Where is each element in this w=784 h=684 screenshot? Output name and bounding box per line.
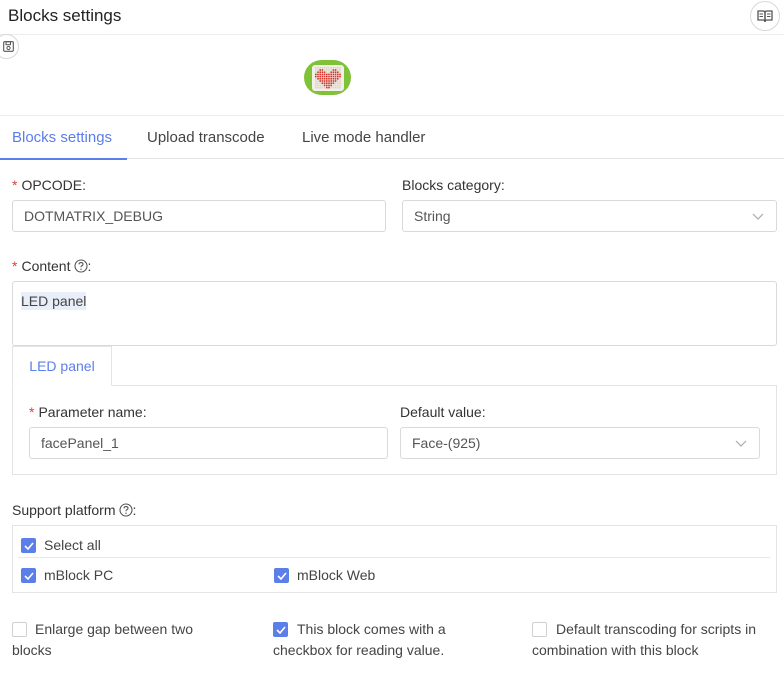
opcode-label: * OPCODE: (12, 177, 87, 193)
param-name-label: * Parameter name: (29, 404, 147, 420)
active-tab-indicator (0, 158, 127, 160)
checkbox-checked[interactable] (273, 622, 288, 637)
select-all-checkbox[interactable]: Select all (21, 537, 101, 556)
save-icon (3, 41, 14, 52)
default-value-label: Default value: (400, 404, 486, 420)
enlarge-gap-checkbox[interactable]: Enlarge gap between two blocks (12, 621, 232, 661)
check-icon (276, 571, 287, 580)
chevron-down-icon (735, 440, 747, 447)
platform-panel (12, 525, 777, 593)
help-icon[interactable] (73, 259, 88, 273)
param-tab-led-panel[interactable]: LED panel (12, 346, 112, 386)
divider (18, 557, 770, 558)
header: Blocks settings (0, 0, 784, 35)
checkbox-checked[interactable] (21, 538, 36, 553)
tab-live-mode-handler[interactable]: Live mode handler (302, 129, 425, 146)
default-transcoding-checkbox[interactable]: Default transcoding for scripts in combi… (532, 621, 772, 661)
category-value: String (414, 208, 451, 224)
content-editor[interactable]: LED panel (12, 281, 777, 346)
book-icon (757, 10, 773, 23)
checkbox-unchecked[interactable] (532, 622, 547, 637)
led-matrix-preview (311, 64, 344, 91)
checkbox-unchecked[interactable] (12, 622, 27, 637)
support-platform-label: Support platform : (12, 502, 137, 518)
checkbox-checked[interactable] (21, 568, 36, 583)
param-name-input[interactable] (29, 427, 388, 459)
category-select[interactable]: String (402, 200, 777, 232)
checkbox-checked[interactable] (274, 568, 289, 583)
heart-icon (314, 66, 341, 88)
reading-checkbox-option[interactable]: This block comes with a checkbox for rea… (273, 621, 488, 661)
check-icon (23, 571, 34, 580)
help-icon[interactable] (118, 503, 133, 517)
check-icon (275, 625, 286, 634)
chevron-down-icon (752, 213, 764, 220)
save-button[interactable] (0, 34, 19, 59)
content-param-token[interactable]: LED panel (21, 292, 87, 310)
page-title: Blocks settings (8, 6, 122, 25)
content-label: * Content : (12, 258, 92, 274)
required-mark: * (12, 177, 18, 193)
required-mark: * (29, 404, 35, 420)
category-label: Blocks category: (402, 177, 505, 193)
tab-bar: Blocks settings Upload transcode Live mo… (0, 115, 784, 160)
opcode-input[interactable] (12, 200, 386, 232)
required-mark: * (12, 258, 18, 274)
tab-blocks-settings[interactable]: Blocks settings (12, 129, 112, 146)
tab-upload-transcode[interactable]: Upload transcode (147, 129, 265, 146)
block-preview (304, 60, 351, 95)
mblock-web-checkbox[interactable]: mBlock Web (274, 567, 375, 586)
default-value-select[interactable]: Face-(925) (400, 427, 760, 459)
mblock-pc-checkbox[interactable]: mBlock PC (21, 567, 113, 586)
default-value-value: Face-(925) (412, 435, 481, 451)
book-button[interactable] (750, 1, 780, 31)
check-icon (23, 541, 34, 550)
